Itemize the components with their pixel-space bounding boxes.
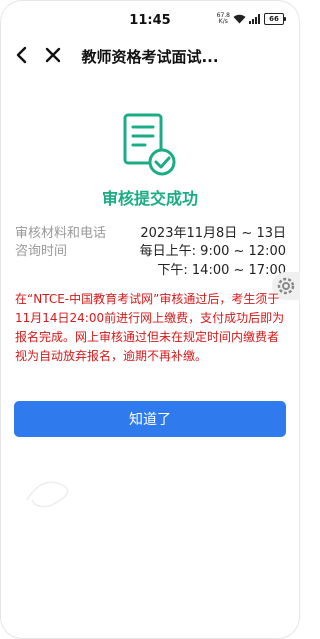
page-title: 教师资格考试面试... [81, 48, 219, 66]
watermark-icon [26, 481, 69, 508]
nav-bar: 教师资格考试面试... [0, 40, 300, 70]
network-speed-unit: K/s [218, 18, 228, 25]
document-check-icon [123, 113, 176, 176]
battery-icon: 66 [264, 13, 286, 25]
network-speed: 67.8 K/s [217, 13, 230, 25]
wifi-icon [233, 14, 246, 24]
status-indicators: 67.8 K/s 66 [217, 13, 286, 25]
info-morning-hours: 每日上午: 9:00 ~ 12:00 [139, 244, 286, 259]
info-label-line2: 咨询时间 [15, 244, 68, 259]
success-title: 审核提交成功 [101, 189, 198, 208]
info-label-line1: 审核材料和电话 [15, 226, 107, 241]
payment-notice: 在“NTCE-中国教育考试网”审核通过后，考生须于11月14日24:00前进行网… [15, 292, 285, 363]
signal-icon [249, 14, 260, 24]
phone-screen: 11:45 67.8 K/s 66 教师资格考试面试... 审核提交成功 审核材… [0, 0, 300, 639]
status-bar: 11:45 67.8 K/s 66 [0, 0, 300, 40]
info-afternoon-hours: 下午: 14:00 ~ 17:00 [157, 263, 286, 278]
acknowledge-button[interactable]: 知道了 [14, 401, 286, 437]
info-date: 2023年11月8日 ~ 13日 [140, 226, 286, 241]
